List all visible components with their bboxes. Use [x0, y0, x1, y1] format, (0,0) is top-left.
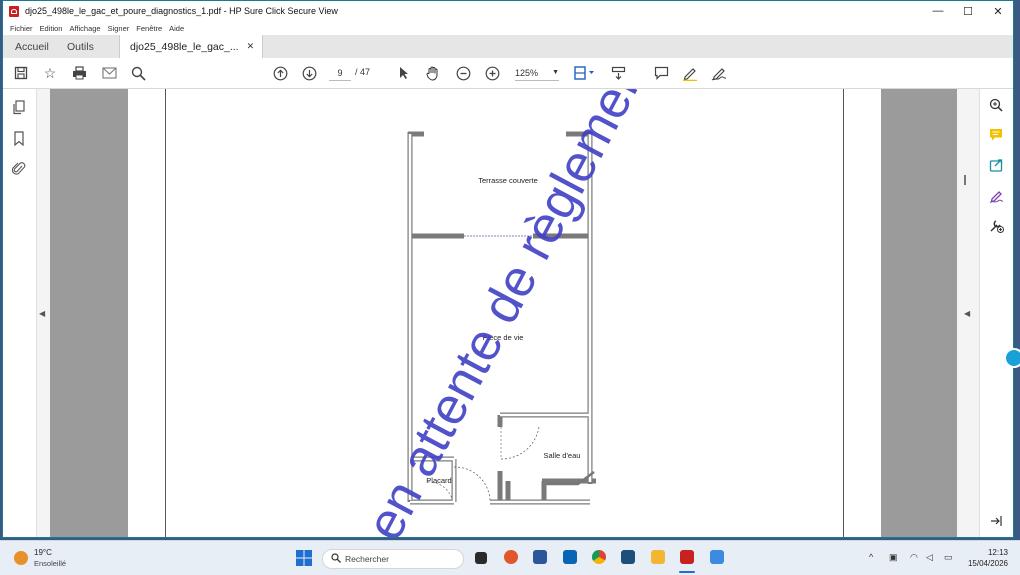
wifi-icon[interactable]: ◠	[910, 552, 918, 563]
system-clock[interactable]: 12:13 15/04/2026	[968, 547, 1008, 569]
weather-condition[interactable]: Ensoleillé	[34, 559, 66, 568]
chrome-icon[interactable]	[592, 550, 606, 564]
room-label-terrace: Terrasse couverte	[478, 176, 538, 185]
floorplan-drawing: Terrasse couverte Piece de vie Salle d'e…	[355, 89, 664, 537]
document-view[interactable]: Terrasse couverte Piece de vie Salle d'e…	[50, 89, 958, 537]
fit-page-icon[interactable]	[572, 64, 598, 82]
zoom-out-icon[interactable]	[454, 64, 472, 82]
outlook-icon[interactable]	[563, 550, 577, 564]
taskbar: 19°C Ensoleillé Rechercher ^ ▣ ◠ ◁ ▭ 12:…	[0, 540, 1020, 575]
taskbar-search[interactable]: Rechercher	[322, 549, 464, 569]
hand-icon[interactable]	[424, 64, 442, 82]
acrobat-icon[interactable]	[680, 550, 694, 564]
highlight-pen-icon[interactable]	[681, 64, 699, 82]
chevron-up-icon[interactable]: ^	[869, 552, 873, 562]
tab-accueil[interactable]: Accueil	[15, 35, 49, 58]
acrobat-window: djo25_498le_le_gac_et_poure_diagnostics_…	[2, 0, 1014, 538]
right-tools-bar	[979, 89, 1013, 537]
clock-date: 15/04/2026	[967, 559, 1008, 568]
weather-temperature[interactable]: 19°C	[34, 548, 52, 557]
network-icon[interactable]: ▣	[889, 552, 898, 563]
windows-start-icon[interactable]	[296, 550, 312, 571]
minimize-button[interactable]: —	[923, 1, 953, 21]
bookmark-icon[interactable]	[11, 130, 27, 146]
volume-icon[interactable]: ◁	[926, 552, 933, 563]
mail-icon[interactable]	[100, 64, 118, 82]
fill-sign-icon[interactable]	[988, 187, 1004, 203]
scroll-thumb[interactable]	[964, 175, 966, 185]
pdf-app-icon	[9, 5, 19, 17]
page-number-input[interactable]: 9	[329, 66, 351, 81]
pages-icon[interactable]	[11, 99, 27, 115]
menu-bar: Fichier Edition Affichage Signer Fenêtre…	[3, 21, 1013, 35]
pdf-page: Terrasse couverte Piece de vie Salle d'e…	[128, 89, 881, 537]
zoom-icon[interactable]	[988, 97, 1004, 113]
tab-document[interactable]: djo25_498le_le_gac_... ✕	[119, 35, 264, 58]
select-arrow-icon[interactable]	[395, 64, 413, 82]
menu-fichier[interactable]: Fichier	[10, 24, 33, 33]
collapse-right-icon[interactable]: ◀	[964, 309, 970, 318]
search-icon[interactable]	[129, 64, 147, 82]
word-icon[interactable]	[533, 550, 547, 564]
tabs-bar: Accueil Outils djo25_498le_le_gac_... ✕	[3, 35, 1013, 59]
tab-accueil-label: Accueil	[15, 40, 49, 53]
comment-icon[interactable]	[652, 64, 670, 82]
file-explorer-icon[interactable]	[651, 550, 665, 564]
tab-document-label: djo25_498le_le_gac_...	[130, 40, 239, 53]
sign-icon[interactable]	[710, 64, 728, 82]
search-placeholder: Rechercher	[345, 554, 389, 564]
battery-icon[interactable]: ▭	[944, 552, 953, 563]
tab-close-icon[interactable]: ✕	[247, 41, 255, 52]
comment-icon[interactable]	[988, 127, 1004, 143]
sun-icon	[14, 551, 28, 565]
page-down-icon[interactable]	[300, 64, 318, 82]
export-icon[interactable]	[988, 157, 1004, 173]
right-panel: ◀	[957, 89, 1013, 537]
page-up-icon[interactable]	[271, 64, 289, 82]
room-label-bathroom: Salle d'eau	[544, 451, 581, 460]
tab-outils[interactable]: Outils	[67, 35, 94, 58]
scroll-mode-icon[interactable]	[609, 64, 627, 82]
chevron-down-icon: ▼	[552, 69, 559, 76]
toolbar: ☆ 9 / 47 125% ▼	[3, 58, 1013, 89]
page-total: / 47	[355, 67, 371, 77]
search-icon	[331, 553, 341, 566]
menu-affichage[interactable]: Affichage	[69, 24, 100, 33]
menu-fenetre[interactable]: Fenêtre	[136, 24, 162, 33]
clock-time: 12:13	[987, 548, 1008, 557]
zoom-value: 125%	[515, 68, 539, 78]
save-icon[interactable]	[12, 64, 30, 82]
menu-signer[interactable]: Signer	[108, 24, 130, 33]
task-view-icon[interactable]	[475, 552, 487, 564]
left-panel: ◀	[3, 89, 45, 537]
tab-outils-label: Outils	[67, 40, 94, 53]
menu-aide[interactable]: Aide	[169, 24, 184, 33]
title-bar: djo25_498le_le_gac_et_poure_diagnostics_…	[3, 1, 1013, 21]
zoom-select[interactable]: 125% ▼	[515, 66, 559, 81]
app-icon[interactable]	[710, 550, 724, 564]
maximize-button[interactable]: ☐	[953, 1, 983, 21]
assistant-badge-icon[interactable]	[1004, 348, 1020, 368]
print-icon[interactable]	[70, 64, 88, 82]
window-title: djo25_498le_le_gac_et_poure_diagnostics_…	[25, 6, 338, 16]
attachment-icon[interactable]	[11, 160, 27, 176]
zoom-in-icon[interactable]	[483, 64, 501, 82]
tools-icon[interactable]	[988, 217, 1004, 233]
watermark-text: en attente de règlement	[355, 89, 664, 537]
collapse-left-icon[interactable]: ◀	[39, 309, 45, 318]
menu-edition[interactable]: Edition	[40, 24, 63, 33]
calculator-icon[interactable]	[621, 550, 635, 564]
bookmark-star-icon[interactable]: ☆	[41, 64, 59, 82]
firefox-icon[interactable]	[504, 550, 518, 564]
active-app-indicator	[679, 571, 695, 573]
expand-panel-icon[interactable]	[988, 513, 1004, 529]
close-button[interactable]: ✕	[983, 1, 1013, 21]
